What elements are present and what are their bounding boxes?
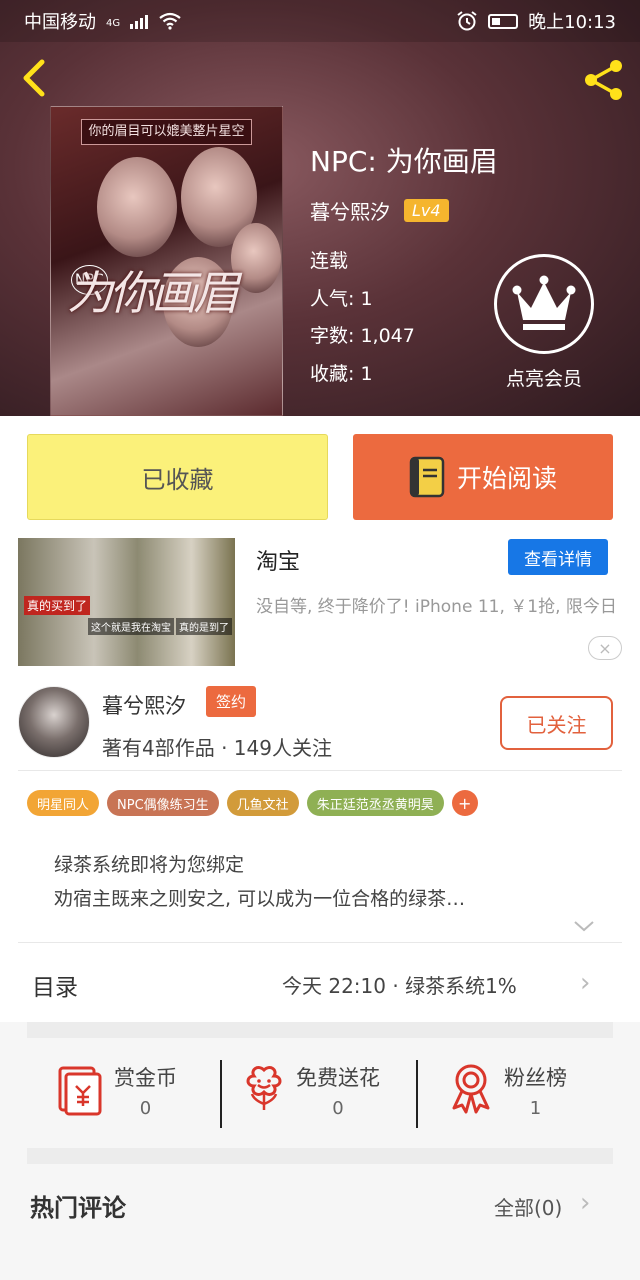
ad-close-button[interactable]: ×: [588, 636, 622, 660]
divider: [18, 770, 622, 771]
book-author[interactable]: 暮兮熙汐: [310, 196, 390, 225]
reward-label: 赏金币: [114, 1066, 177, 1090]
ad-image-tag: 真的买到了: [24, 596, 91, 615]
back-chevron-icon: [23, 59, 45, 97]
divider: [220, 1060, 222, 1128]
alarm-icon: [457, 11, 477, 31]
tag-more-button[interactable]: +: [451, 790, 478, 816]
network-label: 4G: [106, 18, 121, 29]
chevron-right-icon: ›: [580, 1188, 591, 1218]
fan-ranking-button[interactable]: 粉丝榜 1: [448, 1062, 567, 1119]
description-line: 劝宿主既来之则安之, 可以成为一位合格的绿茶…: [54, 888, 466, 910]
author-name[interactable]: 暮兮熙汐: [102, 690, 186, 720]
signal-icon: [130, 13, 149, 29]
book-cover[interactable]: 你的眉目可以媲美整片星空 NPC 为你画眉: [50, 106, 283, 416]
reward-value: 1: [529, 1098, 542, 1119]
close-icon: ×: [598, 638, 612, 658]
reward-label: 粉丝榜: [504, 1066, 567, 1090]
free-flower-button[interactable]: 免费送花 0: [242, 1062, 380, 1119]
all-comments-link[interactable]: 全部(0): [494, 1192, 562, 1221]
book-favorites: 收藏: 1: [310, 363, 373, 385]
divider: [416, 1060, 418, 1128]
book-status: 连载: [310, 250, 349, 272]
tag-list: 明星同人 NPC偶像练习生 几鱼文社 朱正廷范丞丞黄明昊 +: [27, 790, 478, 816]
hot-comments-title: 热门评论: [30, 1194, 126, 1222]
reward-value: 0: [139, 1098, 152, 1119]
reward-coins-button[interactable]: 赏金币 0: [56, 1062, 177, 1119]
book-description: 绿茶系统即将为您绑定 劝宿主既来之则安之, 可以成为一位合格的绿茶…: [54, 848, 614, 916]
catalog-latest-chapter[interactable]: 今天 22:10 · 绿茶系统1%: [282, 970, 517, 999]
author-avatar[interactable]: [18, 686, 90, 758]
tag-chip[interactable]: NPC偶像练习生: [107, 790, 219, 816]
book-popularity: 人气: 1: [310, 288, 373, 310]
chevron-down-icon: [574, 921, 594, 932]
ad-image-tag: 真的是到了: [176, 618, 232, 635]
catalog-label[interactable]: 目录: [32, 968, 78, 1002]
battery-icon: [488, 13, 519, 29]
status-bar: 中国移动 4G 晚上10:13: [0, 0, 640, 42]
carrier-label: 中国移动: [24, 12, 96, 33]
ad-view-details-button[interactable]: 查看详情: [508, 539, 608, 575]
red-envelope-icon: [58, 1066, 102, 1116]
start-reading-label: 开始阅读: [456, 464, 557, 493]
section-gap: [27, 1022, 613, 1038]
chevron-right-icon: ›: [580, 968, 591, 998]
tag-chip[interactable]: 明星同人: [27, 790, 100, 816]
flower-icon: [246, 1066, 282, 1110]
ad-title: 淘宝: [256, 550, 301, 575]
description-line: 绿茶系统即将为您绑定: [54, 854, 245, 876]
vip-button[interactable]: [494, 254, 594, 354]
book-word-count: 字数: 1,047: [310, 325, 415, 347]
follow-button[interactable]: 已关注: [500, 696, 613, 750]
crown-icon: [512, 275, 576, 330]
tag-chip[interactable]: 几鱼文社: [226, 790, 299, 816]
divider: [18, 942, 622, 943]
cover-art-title: 为你画眉: [67, 266, 239, 320]
collected-button[interactable]: 已收藏: [27, 434, 328, 520]
book-icon: [409, 456, 445, 498]
book-title: NPC: 为你画眉: [310, 145, 498, 178]
section-gap: [27, 1148, 613, 1164]
clock-label: 晚上10:13: [528, 12, 616, 33]
ad-description: 没自等, 终于降价了! iPhone 11, ￥1抢, 限今日: [256, 597, 617, 617]
book-header: 中国移动 4G 晚上10:13 你的眉目可以媲美整片星空 NPC 为你画眉 NP…: [0, 0, 640, 416]
ad-image[interactable]: 真的买到了 这个就是我在淘宝 真的是到了: [18, 538, 235, 666]
author-level-badge: Lv4: [404, 199, 449, 222]
tag-chip[interactable]: 朱正廷范丞丞黄明昊: [306, 790, 444, 816]
back-button[interactable]: [16, 56, 56, 97]
cover-banner: 你的眉目可以媲美整片星空: [81, 119, 252, 145]
share-icon: [585, 60, 622, 100]
author-stats: 著有4部作品 · 149人关注: [102, 736, 332, 760]
share-button[interactable]: [580, 56, 628, 104]
ad-image-tag: 这个就是我在淘宝: [88, 618, 174, 635]
reward-label: 免费送花: [296, 1066, 380, 1090]
signed-badge: 签约: [206, 686, 257, 717]
ribbon-medal-icon: [452, 1064, 490, 1114]
expand-description-button[interactable]: [572, 914, 596, 938]
start-reading-button[interactable]: 开始阅读: [353, 434, 613, 520]
reward-value: 0: [332, 1098, 344, 1119]
wifi-icon: [159, 12, 181, 30]
vip-label: 点亮会员: [505, 368, 582, 390]
